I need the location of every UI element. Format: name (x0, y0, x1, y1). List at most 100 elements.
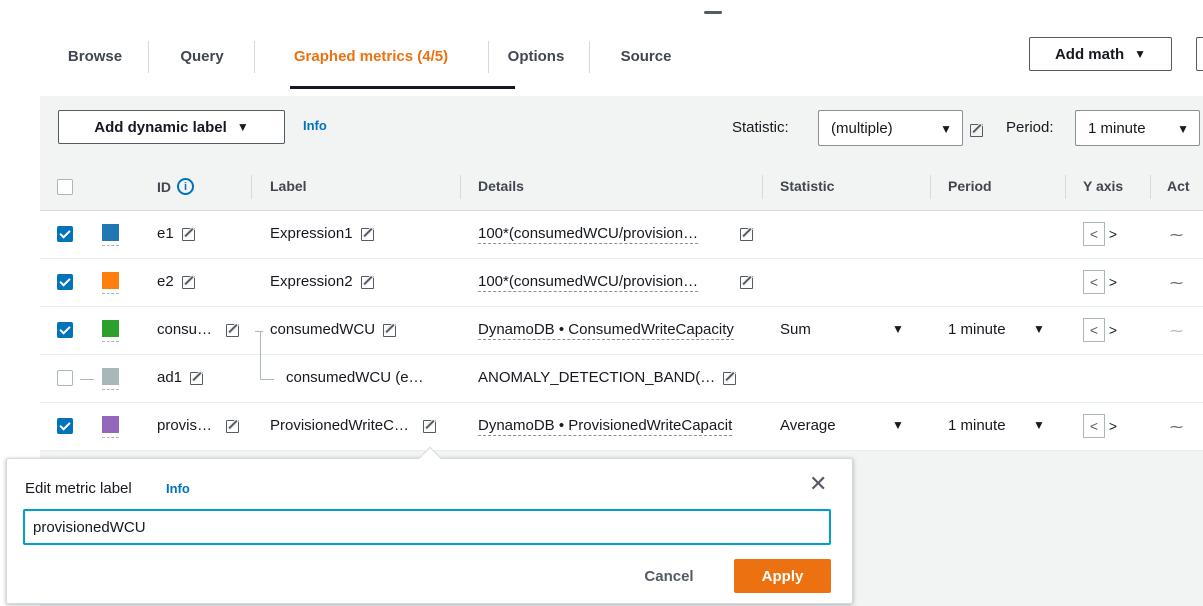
row-period[interactable]: 1 minute (948, 321, 1006, 338)
period-select[interactable]: 1 minute ▼ (1075, 110, 1200, 146)
y-axis-toggle[interactable]: < > (1083, 270, 1121, 294)
y-axis-left-button[interactable]: < (1083, 318, 1105, 342)
edit-icon[interactable] (360, 227, 374, 241)
add-dynamic-label-text: Add dynamic label (94, 118, 227, 136)
edit-icon[interactable] (723, 371, 737, 385)
row-id-text: consu… (157, 321, 213, 338)
column-header-statistic[interactable]: Statistic (780, 178, 834, 194)
column-header-id[interactable]: ID i (157, 178, 194, 195)
graph-action-icon[interactable]: ⁓ (1170, 419, 1183, 435)
color-swatch[interactable] (102, 416, 119, 433)
close-icon[interactable]: ✕ (809, 471, 827, 497)
edit-icon[interactable] (740, 225, 753, 242)
color-swatch[interactable] (102, 320, 119, 337)
edit-icon[interactable] (181, 227, 195, 241)
color-swatch[interactable] (102, 368, 119, 385)
row-checkbox[interactable] (57, 418, 73, 434)
column-header-label[interactable]: Label (270, 178, 307, 194)
drag-handle[interactable] (704, 11, 722, 14)
graph-action-icon[interactable]: ⁓ (1170, 323, 1183, 339)
row-statistic[interactable]: Average (780, 417, 836, 434)
row-details[interactable]: 100*(consumedWCU/provision… (478, 225, 699, 244)
add-dynamic-label-button[interactable]: Add dynamic label ▼ (58, 110, 285, 144)
edit-icon[interactable] (181, 275, 195, 289)
overflow-button[interactable] (1196, 37, 1203, 71)
row-details[interactable]: 100*(consumedWCU/provision… (478, 273, 699, 292)
caret-down-icon: ▼ (236, 120, 249, 134)
edit-icon[interactable] (383, 323, 397, 337)
row-details[interactable]: DynamoDB • ConsumedWriteCapacity (478, 321, 734, 340)
tree-connector (255, 331, 263, 332)
info-link[interactable]: Info (303, 118, 327, 133)
edit-icon[interactable] (422, 419, 436, 433)
info-icon[interactable]: i (177, 178, 194, 195)
edit-icon[interactable] (740, 273, 753, 290)
caret-down-icon[interactable]: ▼ (892, 418, 904, 432)
column-header-actions[interactable]: Act (1167, 178, 1190, 194)
metrics-toolbar: Add dynamic label ▼ Info Statistic: (mul… (40, 96, 1203, 160)
edit-icon[interactable] (970, 121, 983, 138)
column-divider (1150, 175, 1151, 199)
apply-button[interactable]: Apply (734, 559, 831, 593)
caret-down-icon[interactable]: ▼ (892, 322, 904, 336)
tab-query[interactable]: Query (162, 33, 242, 79)
period-label: Period: (1006, 119, 1054, 136)
tab-browse[interactable]: Browse (60, 33, 130, 79)
row-statistic[interactable]: Sum (780, 321, 811, 338)
graph-action-icon[interactable]: ⁓ (1170, 227, 1183, 243)
y-axis-left-button[interactable]: < (1083, 222, 1105, 246)
edit-icon[interactable] (190, 371, 204, 385)
row-label: ProvisionedWriteC… (270, 417, 436, 434)
y-axis-left-button[interactable]: < (1083, 270, 1105, 294)
row-id: e2 (157, 273, 195, 290)
column-header-yaxis[interactable]: Y axis (1083, 178, 1123, 194)
popover-title: Edit metric label (25, 480, 132, 497)
tab-source[interactable]: Source (606, 33, 686, 79)
row-label-text: Expression1 (270, 225, 353, 242)
graph-action-icon[interactable]: ⁓ (1170, 275, 1183, 291)
tab-graphed-metrics[interactable]: Graphed metrics (4/5) (266, 33, 476, 79)
color-swatch[interactable] (102, 224, 119, 241)
tab-options[interactable]: Options (496, 33, 576, 79)
row-checkbox[interactable] (57, 274, 73, 290)
column-header-details[interactable]: Details (478, 178, 524, 194)
y-axis-right-button[interactable]: > (1105, 270, 1121, 294)
swatch-underline (102, 389, 119, 391)
y-axis-left-button[interactable]: < (1083, 414, 1105, 438)
select-all-checkbox[interactable] (57, 179, 73, 195)
edit-icon[interactable] (360, 275, 374, 289)
caret-down-icon: ▼ (1177, 122, 1189, 136)
y-axis-right-button[interactable]: > (1105, 414, 1121, 438)
statistic-select[interactable]: (multiple) ▼ (818, 110, 963, 146)
caret-down-icon[interactable]: ▼ (1033, 418, 1045, 432)
row-label-text: Expression2 (270, 273, 353, 290)
cancel-button[interactable]: Cancel (624, 559, 714, 593)
column-divider (762, 175, 763, 199)
y-axis-right-button[interactable]: > (1105, 318, 1121, 342)
row-label-text: consumedWCU (270, 321, 376, 338)
column-header-id-text: ID (157, 178, 171, 195)
table-row: e1 Expression1 100*(consumedWCU/provisio… (40, 211, 1203, 259)
caret-down-icon[interactable]: ▼ (1033, 322, 1045, 336)
y-axis-right-button[interactable]: > (1105, 222, 1121, 246)
y-axis-toggle[interactable]: < > (1083, 222, 1121, 246)
row-checkbox[interactable] (57, 370, 73, 386)
row-period[interactable]: 1 minute (948, 417, 1006, 434)
metric-label-input[interactable] (23, 509, 831, 545)
row-label-text: ProvisionedWriteC… (270, 417, 409, 434)
statistic-label: Statistic: (732, 119, 789, 136)
y-axis-toggle[interactable]: < > (1083, 414, 1121, 438)
row-details[interactable]: DynamoDB • ProvisionedWriteCapacit (478, 417, 733, 436)
row-id: provis… (157, 417, 240, 434)
add-math-button[interactable]: Add math ▼ (1029, 37, 1172, 71)
edit-icon[interactable] (226, 419, 240, 433)
y-axis-toggle[interactable]: < > (1083, 318, 1121, 342)
row-checkbox[interactable] (57, 226, 73, 242)
row-id-text: provis… (157, 417, 213, 434)
color-swatch[interactable] (102, 272, 119, 289)
column-header-period[interactable]: Period (948, 178, 992, 194)
info-link[interactable]: Info (166, 481, 190, 496)
caret-down-icon: ▼ (1134, 47, 1147, 61)
edit-icon[interactable] (226, 323, 240, 337)
row-checkbox[interactable] (57, 322, 73, 338)
